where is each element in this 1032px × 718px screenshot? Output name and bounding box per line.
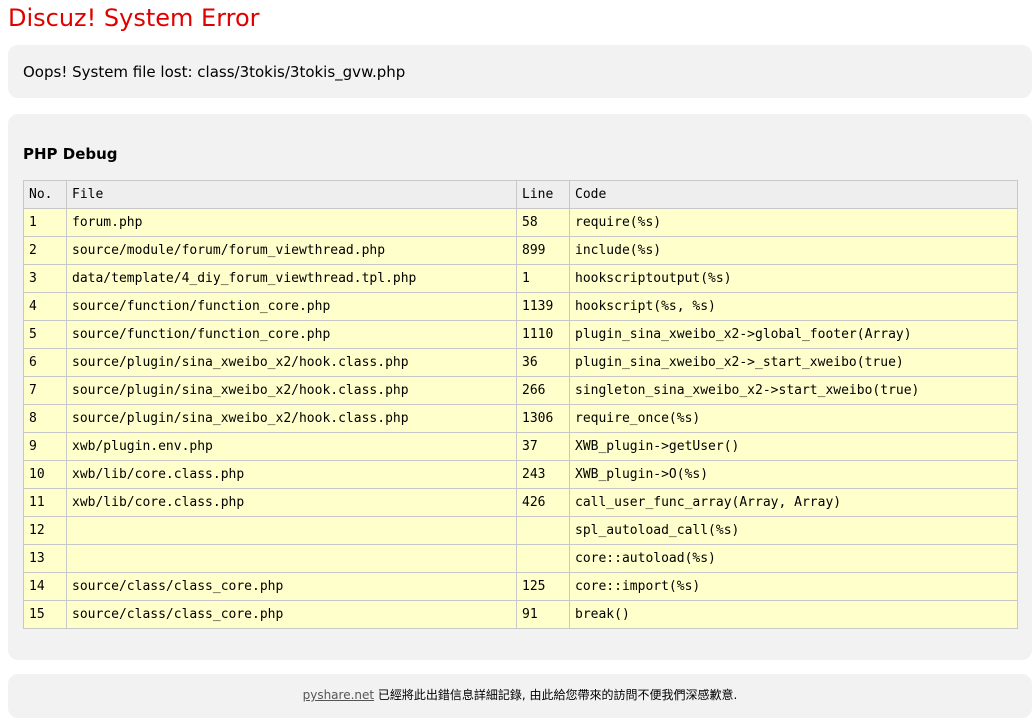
- error-message-box: Oops! System file lost: class/3tokis/3to…: [8, 45, 1032, 98]
- cell-file: source/module/forum/forum_viewthread.php: [66, 236, 517, 265]
- site-link[interactable]: pyshare.net: [303, 688, 375, 702]
- cell-code: break(): [569, 600, 1018, 629]
- cell-no: 10: [23, 460, 67, 489]
- cell-no: 7: [23, 376, 67, 405]
- cell-no: 12: [23, 516, 67, 545]
- debug-trace-table: No. File Line Code 1 forum.php 58 require(%…: [23, 180, 1018, 629]
- table-row: 9 xwb/plugin.env.php 37 XWB_plugin->getUser…: [23, 432, 1018, 461]
- cell-file: source/class/class_core.php: [66, 572, 517, 601]
- table-row: 7 source/plugin/sina_xweibo_x2/hook.class…: [23, 376, 1018, 405]
- cell-line: [516, 516, 570, 545]
- cell-line: 266: [516, 376, 570, 405]
- cell-code: plugin_sina_xweibo_x2->_start_xweibo(tru…: [569, 348, 1018, 377]
- table-row: 13 core::autoload(%s): [23, 544, 1018, 573]
- cell-code: call_user_func_array(Array, Array): [569, 488, 1018, 517]
- cell-code: spl_autoload_call(%s): [569, 516, 1018, 545]
- table-row: 6 source/plugin/sina_xweibo_x2/hook.class…: [23, 348, 1018, 377]
- footer-message: 已經將此出錯信息詳細記錄, 由此給您帶來的訪問不便我們深感歉意.: [374, 688, 738, 702]
- table-row: 2 source/module/forum/forum_viewthread.ph…: [23, 236, 1018, 265]
- cell-line: 1306: [516, 404, 570, 433]
- column-header-file: File: [66, 180, 517, 209]
- column-header-code: Code: [569, 180, 1018, 209]
- cell-code: core::import(%s): [569, 572, 1018, 601]
- table-row: 11 xwb/lib/core.class.php 426 call_user_fun…: [23, 488, 1018, 517]
- cell-no: 13: [23, 544, 67, 573]
- table-row: 15 source/class/class_core.php 91 break(): [23, 600, 1018, 629]
- cell-code: XWB_plugin->getUser(): [569, 432, 1018, 461]
- cell-line: 1110: [516, 320, 570, 349]
- cell-no: 5: [23, 320, 67, 349]
- table-row: 4 source/function/function_core.php 1139 ho…: [23, 292, 1018, 321]
- cell-file: source/plugin/sina_xweibo_x2/hook.class.…: [66, 376, 517, 405]
- cell-no: 1: [23, 208, 67, 237]
- cell-file: source/function/function_core.php: [66, 292, 517, 321]
- table-row: 8 source/plugin/sina_xweibo_x2/hook.class…: [23, 404, 1018, 433]
- cell-file: [66, 544, 517, 573]
- cell-file: source/plugin/sina_xweibo_x2/hook.class.…: [66, 348, 517, 377]
- cell-line: 1: [516, 264, 570, 293]
- cell-file: source/class/class_core.php: [66, 600, 517, 629]
- cell-line: 899: [516, 236, 570, 265]
- table-row: 1 forum.php 58 require(%s): [23, 208, 1018, 237]
- cell-line: 243: [516, 460, 570, 489]
- table-row: 3 data/template/4_diy_forum_viewthread.tp…: [23, 264, 1018, 293]
- footer-notice: pyshare.net 已經將此出錯信息詳細記錄, 由此給您帶來的訪問不便我們深…: [8, 674, 1032, 718]
- php-debug-panel: PHP Debug No. File Line Code 1 forum.php 5…: [8, 114, 1032, 660]
- cell-file: forum.php: [66, 208, 517, 237]
- table-row: 10 xwb/lib/core.class.php 243 XWB_plugin->O…: [23, 460, 1018, 489]
- column-header-line: Line: [516, 180, 570, 209]
- cell-no: 9: [23, 432, 67, 461]
- cell-code: XWB_plugin->O(%s): [569, 460, 1018, 489]
- cell-file: source/plugin/sina_xweibo_x2/hook.class.…: [66, 404, 517, 433]
- trace-rows: 1 forum.php 58 require(%s) 2 source/module/fo…: [23, 208, 1018, 629]
- cell-code: hookscript(%s, %s): [569, 292, 1018, 321]
- footer-text-line: pyshare.net 已經將此出錯信息詳細記錄, 由此給您帶來的訪問不便我們深…: [8, 687, 1032, 703]
- cell-file: xwb/lib/core.class.php: [66, 460, 517, 489]
- cell-code: include(%s): [569, 236, 1018, 265]
- cell-no: 8: [23, 404, 67, 433]
- cell-line: 125: [516, 572, 570, 601]
- table-row: 5 source/function/function_core.php 1110 pl…: [23, 320, 1018, 349]
- cell-line: 91: [516, 600, 570, 629]
- cell-code: hookscriptoutput(%s): [569, 264, 1018, 293]
- cell-no: 6: [23, 348, 67, 377]
- cell-no: 3: [23, 264, 67, 293]
- cell-file: [66, 516, 517, 545]
- cell-code: core::autoload(%s): [569, 544, 1018, 573]
- cell-line: 426: [516, 488, 570, 517]
- cell-line: 58: [516, 208, 570, 237]
- cell-file: data/template/4_diy_forum_viewthread.tpl…: [66, 264, 517, 293]
- cell-no: 14: [23, 572, 67, 601]
- error-message: Oops! System file lost: class/3tokis/3to…: [23, 63, 406, 81]
- table-row: 12 spl_autoload_call(%s): [23, 516, 1018, 545]
- cell-code: singleton_sina_xweibo_x2->start_xweibo(t…: [569, 376, 1018, 405]
- cell-code: plugin_sina_xweibo_x2->global_footer(Arr…: [569, 320, 1018, 349]
- table-row: 14 source/class/class_core.php 125 core::im…: [23, 572, 1018, 601]
- cell-file: source/function/function_core.php: [66, 320, 517, 349]
- cell-no: 11: [23, 488, 67, 517]
- cell-file: xwb/plugin.env.php: [66, 432, 517, 461]
- debug-heading: PHP Debug: [23, 145, 118, 163]
- cell-line: 37: [516, 432, 570, 461]
- cell-line: 36: [516, 348, 570, 377]
- cell-line: 1139: [516, 292, 570, 321]
- cell-no: 2: [23, 236, 67, 265]
- cell-code: require(%s): [569, 208, 1018, 237]
- page-title: Discuz! System Error: [8, 4, 260, 32]
- table-header-row: No. File Line Code: [23, 180, 1018, 209]
- column-header-no: No.: [23, 180, 67, 209]
- cell-no: 4: [23, 292, 67, 321]
- cell-code: require_once(%s): [569, 404, 1018, 433]
- cell-file: xwb/lib/core.class.php: [66, 488, 517, 517]
- cell-no: 15: [23, 600, 67, 629]
- cell-line: [516, 544, 570, 573]
